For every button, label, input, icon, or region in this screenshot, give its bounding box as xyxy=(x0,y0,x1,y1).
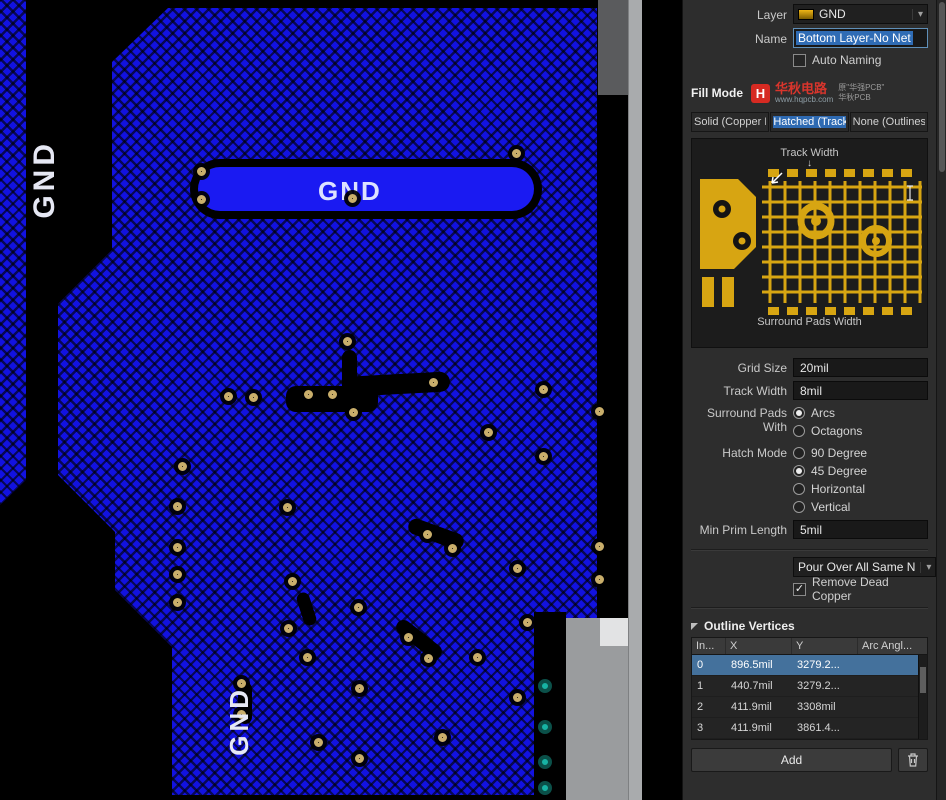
fill-mode-tab[interactable]: Hatched (Tracks/Arc) xyxy=(770,112,848,132)
grid-size-input[interactable]: 20mil xyxy=(793,358,928,377)
grid-size-value: 20mil xyxy=(800,361,829,375)
radio-icon xyxy=(793,447,805,459)
text-cursor-icon xyxy=(905,185,915,201)
table-scrollbar-thumb[interactable] xyxy=(920,667,926,693)
fill-mode-tab[interactable]: Solid (Copper Region) xyxy=(691,112,769,132)
brand-note-1: 原"华强PCB" xyxy=(838,83,884,92)
radio-icon xyxy=(793,501,805,513)
remove-dead-copper-row[interactable]: Remove Dead Copper xyxy=(793,581,928,597)
radio-icon xyxy=(793,407,805,419)
teal-pad[interactable] xyxy=(538,720,552,734)
brand-note-2: 华秋PCB xyxy=(838,93,870,102)
delete-button[interactable] xyxy=(898,748,928,772)
radio-option[interactable]: Arcs xyxy=(793,404,928,422)
preview-surround-pads-label: Surround Pads Width xyxy=(757,316,862,328)
col-arc-angle[interactable]: Arc Angl... xyxy=(858,638,927,654)
trash-icon xyxy=(907,753,919,767)
hatch-preview-image xyxy=(698,169,922,315)
remove-dead-copper-checkbox[interactable] xyxy=(793,583,806,596)
layer-select[interactable]: GND ▾ xyxy=(793,4,928,24)
remove-dead-copper-label: Remove Dead Copper xyxy=(812,575,928,603)
radio-label: Octagons xyxy=(811,424,862,438)
pcb-editor-window: GND GND GND Layer GND ▾ Name Bottom Laye… xyxy=(0,0,946,800)
radio-option[interactable]: 90 Degree xyxy=(793,444,928,462)
col-y[interactable]: Y xyxy=(792,638,858,654)
radio-option[interactable]: 45 Degree xyxy=(793,462,928,480)
divider xyxy=(691,607,928,609)
brand-name: 华秋电路 xyxy=(775,82,833,96)
name-input[interactable]: Bottom Layer-No Net xyxy=(793,28,928,48)
track-width-input[interactable]: 8mil xyxy=(793,381,928,400)
auto-naming-label: Auto Naming xyxy=(812,53,881,67)
outline-vertices-title: Outline Vertices xyxy=(704,619,795,633)
grid-size-label: Grid Size xyxy=(691,359,787,375)
pcb-canvas[interactable]: GND GND GND xyxy=(0,0,682,800)
auto-naming-row[interactable]: Auto Naming xyxy=(793,52,928,68)
min-prim-length-label: Min Prim Length xyxy=(691,521,787,537)
radio-option[interactable]: Octagons xyxy=(793,422,928,440)
min-prim-length-input[interactable]: 5mil xyxy=(793,520,928,539)
table-scrollbar[interactable] xyxy=(918,655,927,739)
col-index[interactable]: In... xyxy=(692,638,726,654)
radio-icon xyxy=(793,483,805,495)
min-prim-length-value: 5mil xyxy=(800,523,822,537)
collapse-icon xyxy=(691,623,698,630)
radio-icon xyxy=(793,425,805,437)
vertices-table-body: 0896.5mil3279.2...1440.7mil3279.2...2411… xyxy=(692,655,927,739)
panel-scrollbar[interactable] xyxy=(936,0,946,800)
track-width-label: Track Width xyxy=(691,382,787,398)
pour-over-value: Pour Over All Same N xyxy=(798,560,915,574)
vertices-table: In... X Y Arc Angl... 0896.5mil3279.2...… xyxy=(691,637,928,740)
vertex-row[interactable]: 1440.7mil3279.2... xyxy=(692,676,927,697)
layer-value: GND xyxy=(819,7,846,21)
name-input-value: Bottom Layer-No Net xyxy=(796,31,913,45)
fill-mode-preview: Track Width ↓ xyxy=(691,138,928,348)
radio-option[interactable]: Horizontal xyxy=(793,480,928,498)
name-label: Name xyxy=(691,30,787,46)
vertex-row[interactable]: 3411.9mil3861.4... xyxy=(692,718,927,739)
layer-color-chip xyxy=(798,9,814,20)
track-width-value: 8mil xyxy=(800,384,822,398)
layer-label: Layer xyxy=(691,6,787,22)
auto-naming-checkbox[interactable] xyxy=(793,54,806,67)
vertex-row[interactable]: 0896.5mil3279.2... xyxy=(692,655,927,676)
fill-mode-tabs: Solid (Copper Region)Hatched (Tracks/Arc… xyxy=(691,112,928,132)
teal-pad[interactable] xyxy=(538,679,552,693)
radio-label: Horizontal xyxy=(811,482,865,496)
chevron-down-icon: ▾ xyxy=(920,562,931,573)
radio-label: 45 Degree xyxy=(811,464,867,478)
radio-icon xyxy=(793,465,805,477)
properties-panel: Layer GND ▾ Name Bottom Layer-No Net Aut… xyxy=(682,0,936,800)
chevron-down-icon: ▾ xyxy=(912,9,923,20)
radio-label: 90 Degree xyxy=(811,446,867,460)
col-x[interactable]: X xyxy=(726,638,792,654)
add-button[interactable]: Add xyxy=(691,748,892,772)
hatch-mode-options: 90 Degree 45 Degree Horizontal Vertical xyxy=(793,444,928,516)
vertices-table-header: In... X Y Arc Angl... xyxy=(692,638,927,655)
surround-pads-label: Surround Pads With xyxy=(691,404,787,435)
radio-label: Vertical xyxy=(811,500,850,514)
brand-url: www.hqpcb.com xyxy=(775,96,833,104)
radio-option[interactable]: Vertical xyxy=(793,498,928,516)
panel-scrollbar-thumb[interactable] xyxy=(939,2,945,172)
surround-pads-options: Arcs Octagons xyxy=(793,404,928,440)
hatch-mode-label: Hatch Mode xyxy=(691,444,787,460)
divider xyxy=(691,549,928,551)
pcb-scrollbar[interactable] xyxy=(628,0,642,800)
fill-mode-tab[interactable]: None (Outlines Only) xyxy=(850,112,928,132)
brand-logo-icon: H xyxy=(751,84,770,103)
brand-watermark: H 华秋电路 www.hqpcb.com 原"华强PCB" 华秋PCB xyxy=(751,82,884,104)
fill-mode-label: Fill Mode xyxy=(691,86,743,100)
down-arrow-icon: ↓ xyxy=(807,160,812,168)
teal-pad[interactable] xyxy=(538,755,552,769)
outline-vertices-header[interactable]: Outline Vertices xyxy=(691,619,928,633)
vertex-row[interactable]: 2411.9mil3308mil xyxy=(692,697,927,718)
teal-pad-layer xyxy=(0,0,682,800)
pour-over-select[interactable]: Pour Over All Same N ▾ xyxy=(793,557,936,577)
radio-label: Arcs xyxy=(811,406,835,420)
teal-pad[interactable] xyxy=(538,781,552,795)
